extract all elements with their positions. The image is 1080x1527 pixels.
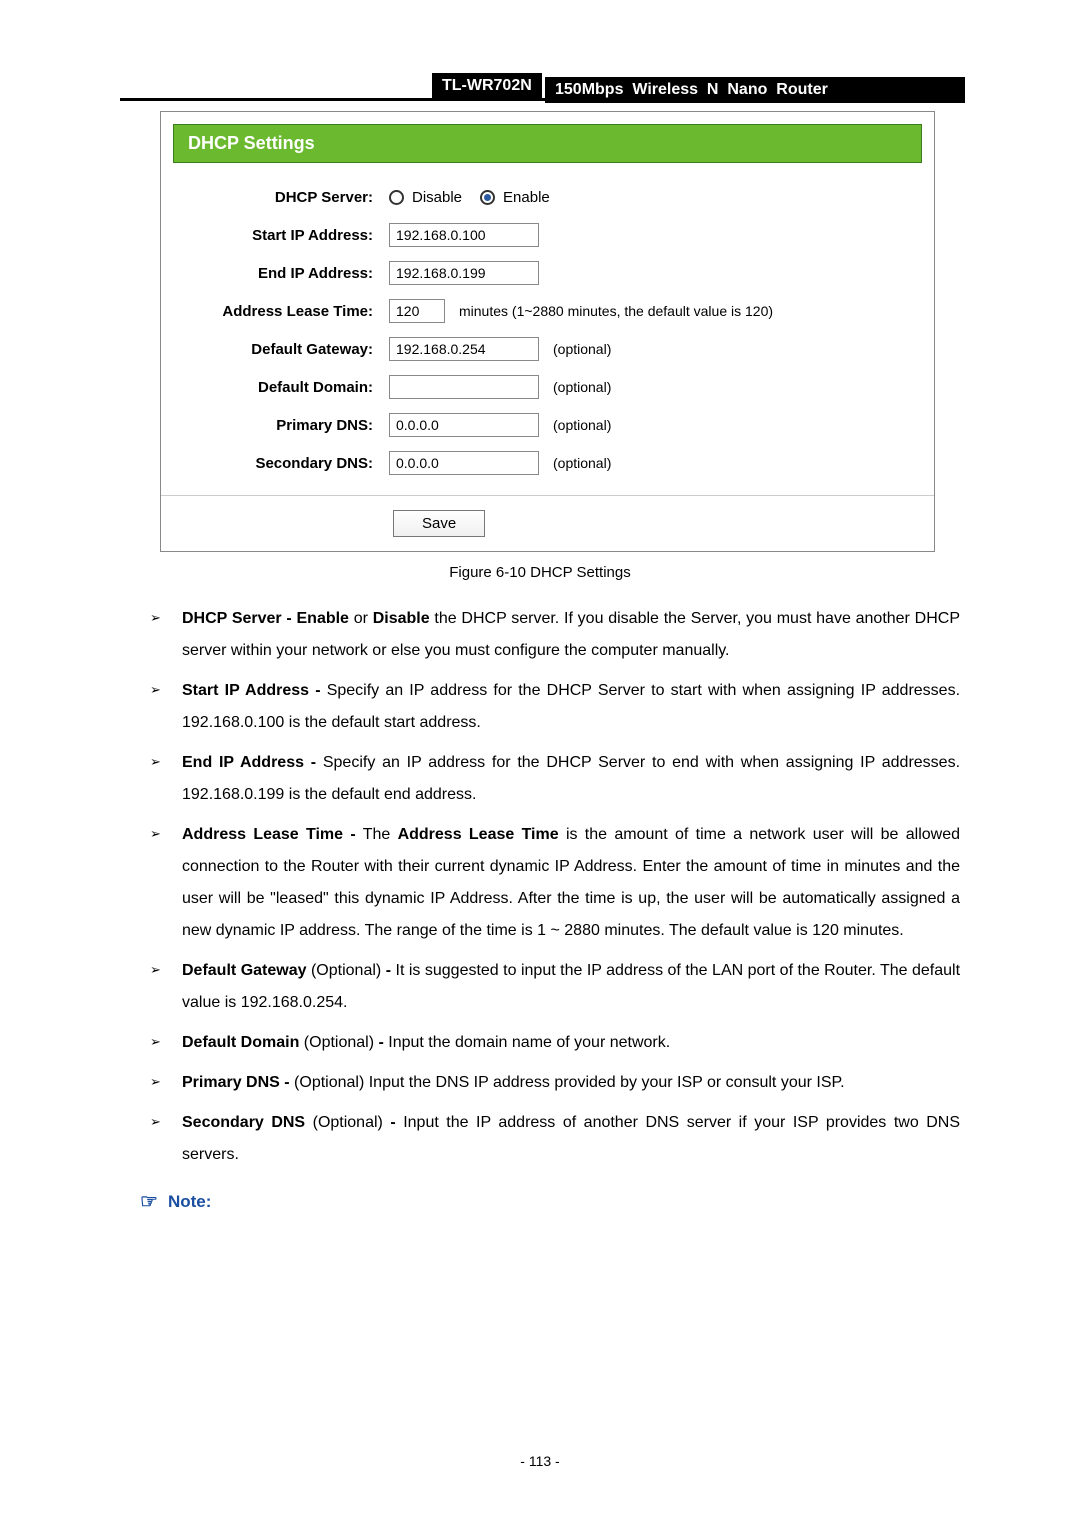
label-gateway: Default Gateway: <box>179 341 389 358</box>
pdns-optional: (optional) <box>553 417 611 433</box>
domain-input[interactable] <box>389 375 539 399</box>
list-item: Primary DNS - (Optional) Input the DNS I… <box>150 1067 960 1099</box>
description-list: DHCP Server - Enable or Disable the DHCP… <box>150 603 960 1171</box>
gateway-optional: (optional) <box>553 341 611 357</box>
list-item: Default Gateway (Optional) - It is sugge… <box>150 955 960 1019</box>
domain-optional: (optional) <box>553 379 611 395</box>
radio-disable-label: Disable <box>412 189 462 206</box>
label-start-ip: Start IP Address: <box>179 227 389 244</box>
secondary-dns-input[interactable] <box>389 451 539 475</box>
list-item: End IP Address - Specify an IP address f… <box>150 747 960 811</box>
sdns-optional: (optional) <box>553 455 611 471</box>
label-end-ip: End IP Address: <box>179 265 389 282</box>
note-label: Note: <box>168 1192 211 1212</box>
label-pdns: Primary DNS: <box>179 417 389 434</box>
dhcp-settings-panel: DHCP Settings DHCP Server: Disable Enabl… <box>160 111 935 552</box>
note-heading: ☞ Note: <box>140 1189 960 1214</box>
list-item: DHCP Server - Enable or Disable the DHCP… <box>150 603 960 667</box>
start-ip-input[interactable] <box>389 223 539 247</box>
list-item: Default Domain (Optional) - Input the do… <box>150 1027 960 1059</box>
primary-dns-input[interactable] <box>389 413 539 437</box>
label-dhcp-server: DHCP Server: <box>179 189 389 206</box>
list-item: Start IP Address - Specify an IP address… <box>150 675 960 739</box>
save-button[interactable]: Save <box>393 510 485 537</box>
list-item: Secondary DNS (Optional) - Input the IP … <box>150 1107 960 1171</box>
figure-caption: Figure 6-10 DHCP Settings <box>120 564 960 581</box>
model-badge: TL-WR702N <box>432 73 542 99</box>
page-number: - 113 - <box>0 1453 1080 1469</box>
end-ip-input[interactable] <box>389 261 539 285</box>
hand-point-icon: ☞ <box>140 1189 158 1214</box>
label-sdns: Secondary DNS: <box>179 455 389 472</box>
gateway-input[interactable] <box>389 337 539 361</box>
doc-title: 150Mbps Wireless N Nano Router <box>545 77 965 103</box>
radio-enable-label: Enable <box>503 189 550 206</box>
list-item: Address Lease Time - The Address Lease T… <box>150 819 960 947</box>
label-lease: Address Lease Time: <box>179 303 389 320</box>
label-domain: Default Domain: <box>179 379 389 396</box>
panel-title: DHCP Settings <box>173 124 922 163</box>
doc-header: TL-WR702N 150Mbps Wireless N Nano Router <box>120 75 960 101</box>
lease-trail: minutes (1~2880 minutes, the default val… <box>459 303 773 319</box>
radio-enable[interactable] <box>480 190 495 205</box>
lease-input[interactable] <box>389 299 445 323</box>
radio-disable[interactable] <box>389 190 404 205</box>
